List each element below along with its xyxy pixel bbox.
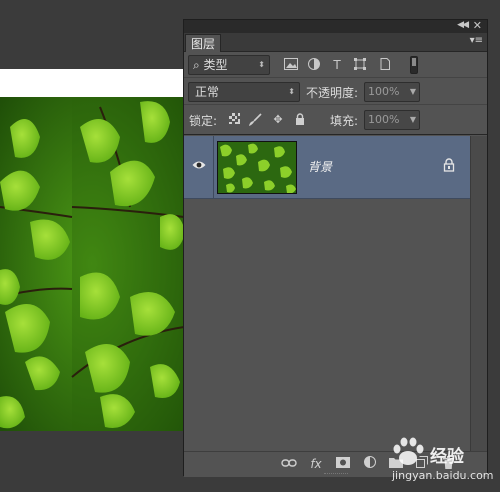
- add-layer-mask-icon[interactable]: [335, 456, 351, 472]
- filter-adjustment-layer-icon[interactable]: [307, 58, 321, 72]
- opacity-field[interactable]: 100% ▼: [364, 82, 420, 102]
- filter-pixel-layer-icon[interactable]: [284, 58, 298, 72]
- fill-value: 100%: [368, 113, 400, 126]
- document-canvas-white-area: [0, 69, 184, 97]
- document-canvas-image[interactable]: [0, 97, 184, 431]
- layer-style-fx-icon[interactable]: fx: [308, 456, 324, 472]
- lock-transparency-icon[interactable]: [227, 113, 241, 127]
- layer-thumbnail[interactable]: [217, 141, 297, 194]
- new-adjustment-layer-icon[interactable]: [362, 456, 378, 472]
- stepper-arrows-icon: ⬍: [258, 60, 265, 69]
- paw-logo-icon: [393, 437, 424, 465]
- watermark-brand: 经验: [430, 447, 464, 467]
- lock-image-pixels-icon[interactable]: [248, 113, 262, 127]
- search-icon: ⌕: [193, 58, 204, 72]
- fill-field[interactable]: 100% ▼: [364, 110, 420, 130]
- visibility-toggle[interactable]: [184, 136, 214, 199]
- filter-smart-object-icon[interactable]: [378, 58, 392, 72]
- lock-position-icon[interactable]: ✥: [271, 113, 285, 127]
- layers-list: 背景: [184, 136, 487, 451]
- layer-filter-kind-select[interactable]: ⌕ 类型 ⬍: [188, 55, 270, 75]
- watermark: 经验 jingyan.baidu.com: [388, 436, 498, 490]
- filter-type-layer-icon[interactable]: T: [330, 58, 344, 72]
- eye-icon[interactable]: [192, 160, 206, 170]
- layer-row-background[interactable]: 背景: [184, 136, 471, 199]
- filter-shape-layer-icon[interactable]: [353, 58, 367, 72]
- lock-icon: [443, 158, 455, 172]
- blend-mode-label: 正常: [195, 85, 220, 99]
- layer-name[interactable]: 背景: [308, 158, 332, 175]
- opacity-label: 不透明度:: [306, 86, 359, 100]
- panel-title-bar[interactable]: ◀◀ ✕: [184, 19, 487, 33]
- filter-kind-label: 类型: [203, 58, 228, 72]
- fill-label: 填充:: [330, 114, 359, 128]
- filter-row: ⌕ 类型 ⬍ T: [184, 53, 487, 78]
- tab-layers[interactable]: 图层: [185, 34, 221, 52]
- blend-row: 正常 ⬍ 不透明度: 100% ▼: [184, 79, 487, 105]
- link-layers-icon[interactable]: [281, 456, 297, 472]
- chevron-down-icon[interactable]: ▼: [410, 111, 416, 129]
- close-icon[interactable]: ✕: [473, 19, 482, 32]
- layers-panel-body: ⌕ 类型 ⬍ T 正常 ⬍ 不透明度: 100% ▼ 锁定: ✥ 填充: 100…: [184, 53, 487, 477]
- filter-toggle-switch[interactable]: [410, 56, 418, 74]
- blend-mode-select[interactable]: 正常 ⬍: [188, 82, 300, 102]
- panel-tab-bar: 图层 ▾≡: [184, 33, 487, 52]
- watermark-url: jingyan.baidu.com: [392, 469, 494, 482]
- lock-all-icon[interactable]: [293, 113, 307, 127]
- opacity-value: 100%: [368, 85, 400, 98]
- chevron-down-icon[interactable]: ▼: [410, 83, 416, 101]
- layers-scrollbar[interactable]: [470, 136, 487, 451]
- panel-menu-icon[interactable]: ▾≡: [470, 35, 483, 46]
- lock-label: 锁定:: [189, 114, 218, 128]
- stepper-arrows-icon: ⬍: [288, 87, 295, 96]
- lock-row: 锁定: ✥ 填充: 100% ▼: [184, 106, 487, 135]
- collapse-icon[interactable]: ◀◀: [457, 20, 469, 30]
- panel-resize-grip[interactable]: [324, 473, 348, 477]
- layers-panel: ◀◀ ✕ 图层 ▾≡ ⌕ 类型 ⬍ T 正常 ⬍ 不透明度: 100% ▼ 锁定…: [183, 19, 488, 477]
